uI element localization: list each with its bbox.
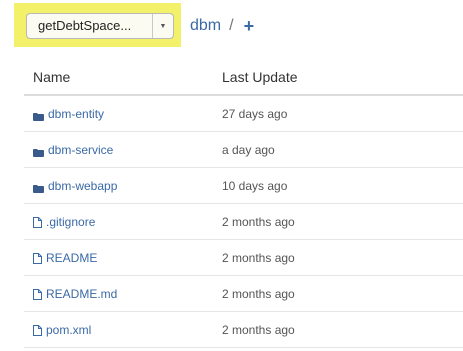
table-row[interactable]: pom.xml 2 months ago	[24, 312, 463, 348]
last-update-cell: a day ago	[222, 142, 275, 157]
file-icon	[33, 253, 42, 264]
chevron-down-icon[interactable]: ▼	[152, 14, 173, 38]
name-cell: .gitignore	[24, 215, 222, 229]
table-row[interactable]: dbm-webapp 10 days ago	[24, 168, 463, 204]
folder-icon	[33, 146, 44, 157]
folder-icon	[33, 182, 44, 193]
column-header-name: Name	[33, 69, 71, 85]
last-update-cell: 27 days ago	[222, 106, 288, 121]
last-update-cell: 2 months ago	[222, 322, 295, 337]
name-cell: dbm-entity	[24, 107, 222, 121]
table-row[interactable]: dbm-service a day ago	[24, 132, 463, 168]
breadcrumb-separator: /	[229, 17, 234, 34]
file-icon	[33, 217, 42, 228]
file-link[interactable]: dbm-entity	[48, 107, 104, 121]
last-update-cell: 2 months ago	[222, 214, 295, 229]
table-body: dbm-entity 27 days ago dbm-service a day ag…	[24, 96, 463, 348]
breadcrumb-repo-link[interactable]: dbm	[190, 17, 221, 35]
branch-selector[interactable]: getDebtSpace... ▼	[26, 13, 174, 39]
breadcrumb: dbm / +	[190, 14, 254, 38]
file-link[interactable]: dbm-service	[48, 143, 113, 157]
table-row[interactable]: README 2 months ago	[24, 240, 463, 276]
last-update-cell: 10 days ago	[222, 178, 288, 193]
file-icon	[33, 325, 42, 336]
table-header: Name Last Update	[24, 60, 463, 96]
file-link[interactable]: .gitignore	[46, 215, 95, 229]
last-update-cell: 2 months ago	[222, 286, 295, 301]
file-icon	[33, 289, 42, 300]
name-cell: README	[24, 251, 222, 265]
folder-icon	[33, 110, 44, 121]
name-cell: README.md	[24, 287, 222, 301]
table-row[interactable]: README.md 2 months ago	[24, 276, 463, 312]
name-cell: dbm-webapp	[24, 179, 222, 193]
last-update-cell: 2 months ago	[222, 250, 295, 265]
branch-label: getDebtSpace...	[38, 18, 132, 33]
name-cell: pom.xml	[24, 323, 222, 337]
file-link[interactable]: README.md	[46, 287, 117, 301]
file-table: Name Last Update dbm-entity 27 days ago db…	[24, 60, 463, 348]
file-link[interactable]: dbm-webapp	[48, 179, 117, 193]
file-link[interactable]: README	[46, 251, 97, 265]
name-cell: dbm-service	[24, 143, 222, 157]
table-row[interactable]: .gitignore 2 months ago	[24, 204, 463, 240]
column-header-last-update: Last Update	[222, 69, 298, 85]
add-file-button[interactable]: +	[244, 16, 255, 37]
file-link[interactable]: pom.xml	[46, 323, 91, 337]
table-row[interactable]: dbm-entity 27 days ago	[24, 96, 463, 132]
